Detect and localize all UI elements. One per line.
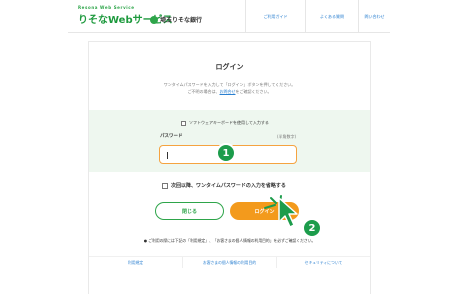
brand-subtitle: Resona Web Service	[78, 5, 135, 10]
password-label: パスワード	[160, 134, 183, 139]
bank-logo: 埼玉りそな銀行	[150, 15, 202, 24]
description-suffix: をご確認ください。	[235, 89, 272, 94]
header-nav: ご利用ガイド よくある質問 問い合わせ	[245, 0, 390, 33]
software-keyboard-checkbox[interactable]	[181, 120, 186, 126]
site-header: Resona Web Service りそなWebサービス 埼玉りそな銀行 ご利…	[68, 0, 390, 33]
login-card: ログイン ワンタイムパスワードを入力して「ログイン」ボタンを押してください。 ご…	[88, 41, 371, 294]
resona-mark-icon	[150, 15, 158, 24]
terms-link[interactable]: 利用規定	[89, 257, 182, 268]
footer-links: 利用規定 お客さまの個人情報の利用目的 セキュリティについて	[89, 256, 370, 268]
page-title: ログイン	[215, 63, 244, 71]
nav-guide-link[interactable]: ご利用ガイド	[245, 0, 305, 33]
skip-otp-option[interactable]: 次回以降、ワンタイムパスワードの入力を省略する	[162, 182, 286, 189]
description-line-2: ご不明の場合は、お問合せをご確認ください。	[89, 88, 370, 95]
step-marker-1: 1	[216, 143, 236, 163]
login-description: ワンタイムパスワードを入力して「ログイン」ボタンを押してください。 ご不明の場合…	[89, 81, 370, 95]
description-prefix: ご不明の場合は、	[187, 89, 220, 94]
nav-faq-link[interactable]: よくある質問	[305, 0, 358, 33]
pointer-arrow-icon	[278, 197, 298, 228]
security-link[interactable]: セキュリティについて	[276, 257, 370, 268]
privacy-purpose-link[interactable]: お客さまの個人情報の利用目的	[182, 257, 276, 268]
text-caret	[167, 152, 168, 159]
usage-notice: ● ご利用の際には下記の「利用規定」、「お客さまの個人情報の利用目的」を必ずご確…	[143, 238, 316, 243]
software-keyboard-option[interactable]: ソフトウェアキーボードを使用して入力する	[181, 120, 269, 126]
bank-name: 埼玉りそな銀行	[160, 17, 203, 24]
skip-otp-checkbox[interactable]	[162, 182, 168, 189]
inquiry-link[interactable]: お問合せ	[220, 89, 236, 94]
software-keyboard-label: ソフトウェアキーボードを使用して入力する	[189, 120, 269, 125]
step-marker-2: 2	[302, 218, 322, 238]
password-hint: (半角数字)	[277, 134, 297, 139]
skip-otp-label: 次回以降、ワンタイムパスワードの入力を省略する	[171, 183, 286, 189]
close-button[interactable]: 閉じる	[155, 202, 224, 220]
nav-contact-link[interactable]: 問い合わせ	[358, 0, 390, 33]
description-line-1: ワンタイムパスワードを入力して「ログイン」ボタンを押してください。	[163, 82, 296, 87]
